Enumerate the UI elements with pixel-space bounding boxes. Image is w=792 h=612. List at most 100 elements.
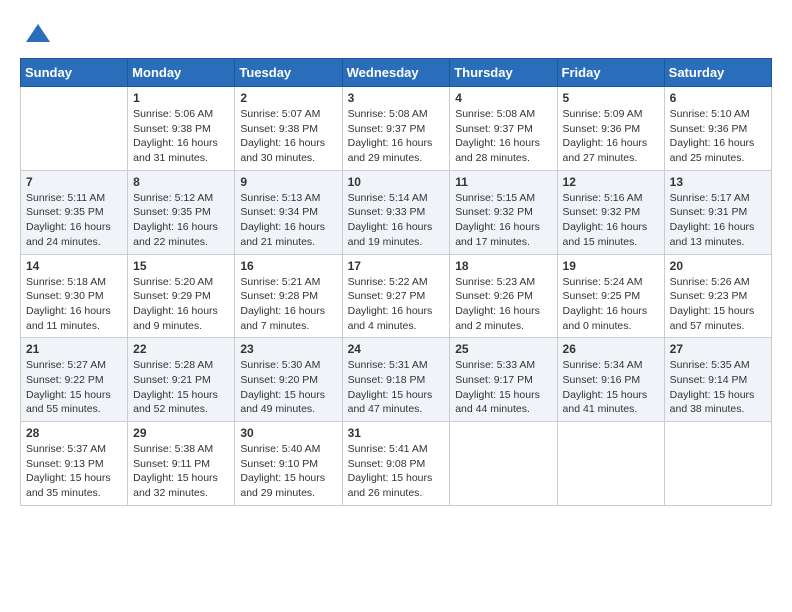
cell-content: Sunrise: 5:08 AMSunset: 9:37 PMDaylight:… xyxy=(348,107,445,166)
calendar-cell: 7 Sunrise: 5:11 AMSunset: 9:35 PMDaylight… xyxy=(21,170,128,254)
calendar-cell: 16 Sunrise: 5:21 AMSunset: 9:28 PMDayligh… xyxy=(235,254,342,338)
calendar-header: SundayMondayTuesdayWednesdayThursdayFrid… xyxy=(21,59,772,87)
calendar-cell: 29 Sunrise: 5:38 AMSunset: 9:11 PMDayligh… xyxy=(128,422,235,506)
calendar-week-row: 28 Sunrise: 5:37 AMSunset: 9:13 PMDayligh… xyxy=(21,422,772,506)
calendar-week-row: 7 Sunrise: 5:11 AMSunset: 9:35 PMDaylight… xyxy=(21,170,772,254)
calendar-cell: 25 Sunrise: 5:33 AMSunset: 9:17 PMDayligh… xyxy=(450,338,557,422)
cell-content: Sunrise: 5:41 AMSunset: 9:08 PMDaylight:… xyxy=(348,442,445,501)
cell-content: Sunrise: 5:12 AMSunset: 9:35 PMDaylight:… xyxy=(133,191,229,250)
calendar-cell: 5 Sunrise: 5:09 AMSunset: 9:36 PMDaylight… xyxy=(557,87,664,171)
day-number: 28 xyxy=(26,426,122,440)
day-number: 2 xyxy=(240,91,336,105)
day-number: 24 xyxy=(348,342,445,356)
calendar-cell: 28 Sunrise: 5:37 AMSunset: 9:13 PMDayligh… xyxy=(21,422,128,506)
day-number: 15 xyxy=(133,259,229,273)
day-number: 18 xyxy=(455,259,551,273)
day-number: 16 xyxy=(240,259,336,273)
header-day: Monday xyxy=(128,59,235,87)
cell-content: Sunrise: 5:06 AMSunset: 9:38 PMDaylight:… xyxy=(133,107,229,166)
cell-content: Sunrise: 5:20 AMSunset: 9:29 PMDaylight:… xyxy=(133,275,229,334)
cell-content: Sunrise: 5:11 AMSunset: 9:35 PMDaylight:… xyxy=(26,191,122,250)
calendar-week-row: 21Sunrise: 5:27 AMSunset: 9:22 PMDayligh… xyxy=(21,338,772,422)
calendar-cell: 20 Sunrise: 5:26 AMSunset: 9:23 PMDayligh… xyxy=(664,254,771,338)
header-day: Tuesday xyxy=(235,59,342,87)
calendar-cell: 21Sunrise: 5:27 AMSunset: 9:22 PMDayligh… xyxy=(21,338,128,422)
day-number: 30 xyxy=(240,426,336,440)
cell-content: Sunrise: 5:15 AMSunset: 9:32 PMDaylight:… xyxy=(455,191,551,250)
cell-content: Sunrise: 5:33 AMSunset: 9:17 PMDaylight:… xyxy=(455,358,551,417)
calendar-cell: 22 Sunrise: 5:28 AMSunset: 9:21 PMDayligh… xyxy=(128,338,235,422)
cell-content: Sunrise: 5:30 AMSunset: 9:20 PMDaylight:… xyxy=(240,358,336,417)
cell-content: Sunrise: 5:10 AMSunset: 9:36 PMDaylight:… xyxy=(670,107,766,166)
cell-content: Sunrise: 5:23 AMSunset: 9:26 PMDaylight:… xyxy=(455,275,551,334)
calendar-cell: 31 Sunrise: 5:41 AMSunset: 9:08 PMDayligh… xyxy=(342,422,450,506)
calendar-cell: 24 Sunrise: 5:31 AMSunset: 9:18 PMDayligh… xyxy=(342,338,450,422)
cell-content: Sunrise: 5:37 AMSunset: 9:13 PMDaylight:… xyxy=(26,442,122,501)
day-number: 6 xyxy=(670,91,766,105)
calendar-cell: 1 Sunrise: 5:06 AMSunset: 9:38 PMDaylight… xyxy=(128,87,235,171)
day-number: 23 xyxy=(240,342,336,356)
cell-content: Sunrise: 5:35 AMSunset: 9:14 PMDaylight:… xyxy=(670,358,766,417)
logo-icon xyxy=(24,20,52,48)
header-day: Wednesday xyxy=(342,59,450,87)
cell-content: Sunrise: 5:27 AMSunset: 9:22 PMDaylight:… xyxy=(26,358,122,417)
calendar-cell: 6 Sunrise: 5:10 AMSunset: 9:36 PMDaylight… xyxy=(664,87,771,171)
cell-content: Sunrise: 5:38 AMSunset: 9:11 PMDaylight:… xyxy=(133,442,229,501)
day-number: 10 xyxy=(348,175,445,189)
day-number: 8 xyxy=(133,175,229,189)
calendar-cell xyxy=(557,422,664,506)
calendar-week-row: 1 Sunrise: 5:06 AMSunset: 9:38 PMDaylight… xyxy=(21,87,772,171)
cell-content: Sunrise: 5:40 AMSunset: 9:10 PMDaylight:… xyxy=(240,442,336,501)
day-number: 19 xyxy=(563,259,659,273)
calendar-cell: 9 Sunrise: 5:13 AMSunset: 9:34 PMDaylight… xyxy=(235,170,342,254)
day-number: 31 xyxy=(348,426,445,440)
day-number: 26 xyxy=(563,342,659,356)
day-number: 13 xyxy=(670,175,766,189)
cell-content: Sunrise: 5:16 AMSunset: 9:32 PMDaylight:… xyxy=(563,191,659,250)
calendar-cell: 4Sunrise: 5:08 AMSunset: 9:37 PMDaylight… xyxy=(450,87,557,171)
day-number: 9 xyxy=(240,175,336,189)
cell-content: Sunrise: 5:13 AMSunset: 9:34 PMDaylight:… xyxy=(240,191,336,250)
cell-content: Sunrise: 5:21 AMSunset: 9:28 PMDaylight:… xyxy=(240,275,336,334)
day-number: 1 xyxy=(133,91,229,105)
day-number: 25 xyxy=(455,342,551,356)
calendar-body: 1 Sunrise: 5:06 AMSunset: 9:38 PMDaylight… xyxy=(21,87,772,506)
cell-content: Sunrise: 5:24 AMSunset: 9:25 PMDaylight:… xyxy=(563,275,659,334)
day-number: 22 xyxy=(133,342,229,356)
calendar-cell: 30 Sunrise: 5:40 AMSunset: 9:10 PMDayligh… xyxy=(235,422,342,506)
day-number: 7 xyxy=(26,175,122,189)
calendar-cell xyxy=(21,87,128,171)
cell-content: Sunrise: 5:31 AMSunset: 9:18 PMDaylight:… xyxy=(348,358,445,417)
cell-content: Sunrise: 5:34 AMSunset: 9:16 PMDaylight:… xyxy=(563,358,659,417)
calendar-cell: 27Sunrise: 5:35 AMSunset: 9:14 PMDayligh… xyxy=(664,338,771,422)
day-number: 3 xyxy=(348,91,445,105)
logo xyxy=(20,20,52,48)
cell-content: Sunrise: 5:09 AMSunset: 9:36 PMDaylight:… xyxy=(563,107,659,166)
cell-content: Sunrise: 5:07 AMSunset: 9:38 PMDaylight:… xyxy=(240,107,336,166)
day-number: 5 xyxy=(563,91,659,105)
day-number: 12 xyxy=(563,175,659,189)
cell-content: Sunrise: 5:28 AMSunset: 9:21 PMDaylight:… xyxy=(133,358,229,417)
cell-content: Sunrise: 5:17 AMSunset: 9:31 PMDaylight:… xyxy=(670,191,766,250)
calendar-cell xyxy=(664,422,771,506)
day-number: 29 xyxy=(133,426,229,440)
calendar-cell xyxy=(450,422,557,506)
cell-content: Sunrise: 5:26 AMSunset: 9:23 PMDaylight:… xyxy=(670,275,766,334)
header-day: Sunday xyxy=(21,59,128,87)
calendar-cell: 10 Sunrise: 5:14 AMSunset: 9:33 PMDayligh… xyxy=(342,170,450,254)
header-day: Friday xyxy=(557,59,664,87)
calendar-week-row: 14Sunrise: 5:18 AMSunset: 9:30 PMDayligh… xyxy=(21,254,772,338)
header-day: Saturday xyxy=(664,59,771,87)
calendar-cell: 26 Sunrise: 5:34 AMSunset: 9:16 PMDayligh… xyxy=(557,338,664,422)
calendar-cell: 12 Sunrise: 5:16 AMSunset: 9:32 PMDayligh… xyxy=(557,170,664,254)
day-number: 4 xyxy=(455,91,551,105)
calendar-cell: 23 Sunrise: 5:30 AMSunset: 9:20 PMDayligh… xyxy=(235,338,342,422)
day-number: 20 xyxy=(670,259,766,273)
calendar-table: SundayMondayTuesdayWednesdayThursdayFrid… xyxy=(20,58,772,506)
day-number: 11 xyxy=(455,175,551,189)
calendar-cell: 11 Sunrise: 5:15 AMSunset: 9:32 PMDayligh… xyxy=(450,170,557,254)
calendar-cell: 13 Sunrise: 5:17 AMSunset: 9:31 PMDayligh… xyxy=(664,170,771,254)
calendar-cell: 17Sunrise: 5:22 AMSunset: 9:27 PMDayligh… xyxy=(342,254,450,338)
calendar-cell: 2 Sunrise: 5:07 AMSunset: 9:38 PMDaylight… xyxy=(235,87,342,171)
cell-content: Sunrise: 5:14 AMSunset: 9:33 PMDaylight:… xyxy=(348,191,445,250)
